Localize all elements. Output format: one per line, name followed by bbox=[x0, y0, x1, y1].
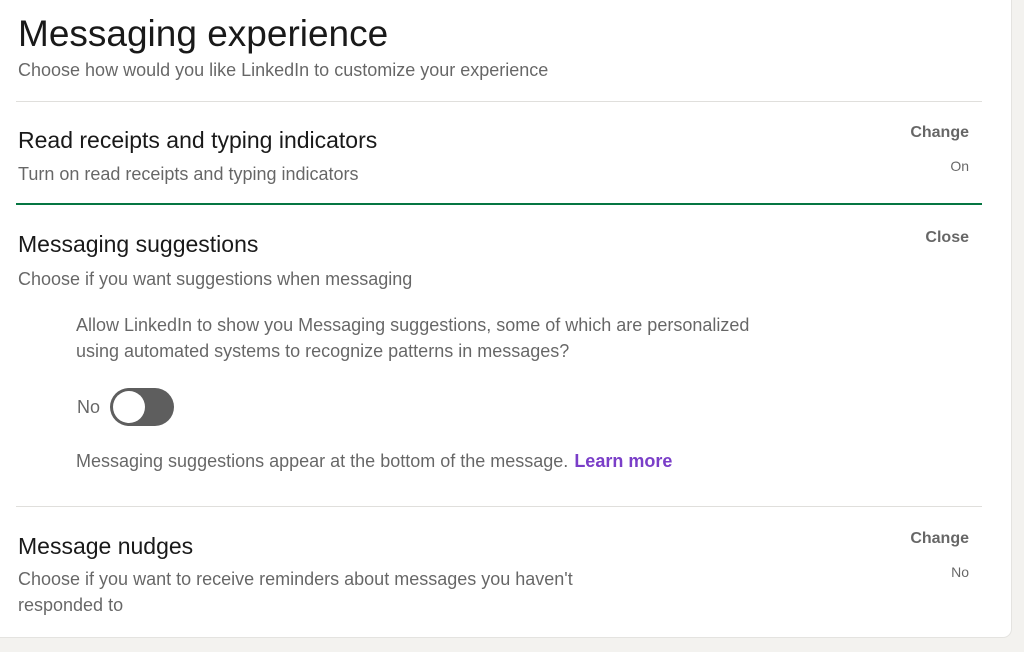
message-nudges-description: Choose if you want to receive reminders … bbox=[18, 569, 573, 615]
read-receipts-description: Turn on read receipts and typing indicat… bbox=[18, 164, 359, 184]
page-subtitle: Choose how would you like LinkedIn to cu… bbox=[18, 60, 549, 80]
message-nudges-title: Message nudges bbox=[18, 533, 194, 559]
messaging-suggestions-description: Choose if you want suggestions when mess… bbox=[18, 269, 413, 289]
divider bbox=[16, 101, 982, 102]
read-receipts-title: Read receipts and typing indicators bbox=[18, 127, 378, 153]
messaging-suggestions-toggle[interactable] bbox=[110, 388, 175, 426]
messaging-suggestions-close-button[interactable]: Close bbox=[925, 229, 969, 247]
learn-more-link[interactable]: Learn more bbox=[574, 451, 672, 471]
settings-card: Messaging experience Choose how would yo… bbox=[0, 0, 1011, 637]
messaging-suggestions-title: Messaging suggestions bbox=[18, 231, 259, 257]
messaging-suggestions-hint: Messaging suggestions appear at the bott… bbox=[76, 449, 672, 473]
toggle-state-label: No bbox=[77, 396, 101, 417]
active-section-divider bbox=[16, 203, 982, 205]
read-receipts-status: On bbox=[950, 158, 969, 174]
messaging-suggestions-toggle-row: No bbox=[77, 388, 175, 426]
message-nudges-status: No bbox=[951, 564, 969, 580]
hint-text: Messaging suggestions appear at the bott… bbox=[76, 451, 569, 471]
divider bbox=[16, 506, 982, 507]
read-receipts-change-button[interactable]: Change bbox=[910, 124, 969, 142]
message-nudges-change-button[interactable]: Change bbox=[910, 530, 969, 548]
toggle-knob bbox=[113, 391, 146, 423]
page-title: Messaging experience bbox=[18, 13, 389, 54]
messaging-suggestions-question: Allow LinkedIn to show you Messaging sug… bbox=[76, 315, 750, 361]
